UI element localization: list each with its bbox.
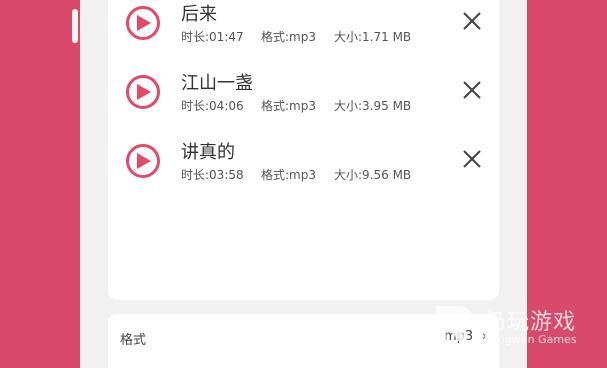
close-icon[interactable] [461,79,483,101]
song-size: 大小:1.71 MB [334,30,412,44]
song-list-card: 后来 时长:01:47 格式:mp3 大小:1.71 MB 江山一盏 时长:04… [108,0,499,300]
song-format: 格式:mp3 [261,99,316,113]
watermark-text-cn: 仍玩游戏 [484,310,577,335]
list-item[interactable]: 江山一盏 时长:04:06 格式:mp3 大小:3.95 MB [108,69,499,129]
song-size: 大小:3.95 MB [334,99,412,113]
side-handle[interactable] [72,9,78,43]
song-duration: 时长:01:47 [181,30,244,44]
song-duration: 时长:03:58 [181,168,244,182]
song-size: 大小:9.56 MB [334,168,412,182]
play-icon[interactable] [126,144,160,178]
list-item[interactable]: 后来 时长:01:47 格式:mp3 大小:1.71 MB [108,0,499,60]
close-icon[interactable] [461,10,483,32]
song-duration: 时长:04:06 [181,99,244,113]
song-title: 讲真的 [181,142,235,163]
play-icon[interactable] [126,75,160,109]
song-title: 后来 [181,4,217,25]
play-icon[interactable] [126,6,160,40]
watermark-text-en: Rengwan Games [484,333,577,346]
watermark-logo-icon [436,306,472,346]
song-format: 格式:mp3 [261,30,316,44]
close-icon[interactable] [461,148,483,170]
song-title: 江山一盏 [181,73,253,94]
format-label: 格式 [120,333,147,348]
song-format: 格式:mp3 [261,168,316,182]
list-item[interactable]: 讲真的 时长:03:58 格式:mp3 大小:9.56 MB [108,138,499,198]
watermark: 仍玩游戏 Rengwan Games [432,302,607,362]
